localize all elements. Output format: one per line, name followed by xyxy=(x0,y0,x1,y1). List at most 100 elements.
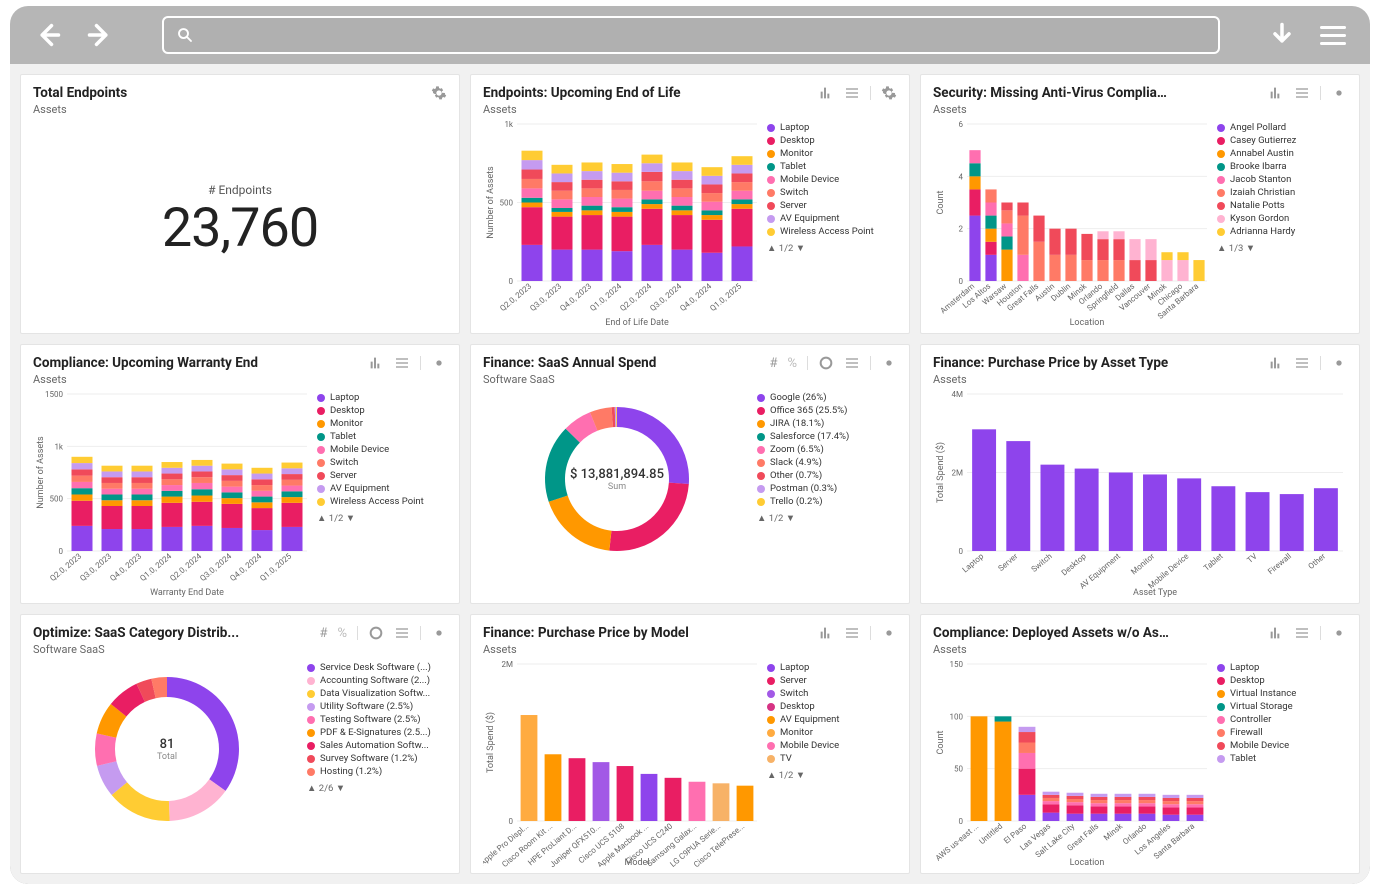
legend-item[interactable]: Jacob Stanton xyxy=(1217,174,1347,185)
menu-icon[interactable] xyxy=(1320,26,1346,45)
legend-item[interactable]: Zoom (6.5%) xyxy=(757,444,897,455)
gear-icon[interactable] xyxy=(1331,625,1347,641)
gear-icon[interactable] xyxy=(431,625,447,641)
gear-icon[interactable] xyxy=(1331,355,1347,371)
legend-item[interactable]: Monitor xyxy=(767,148,897,159)
legend-item[interactable]: Mobile Device xyxy=(767,740,897,751)
donut-icon[interactable] xyxy=(368,625,384,641)
legend-item[interactable]: Mobile Device xyxy=(767,174,897,185)
legend-pager[interactable]: 1/2 xyxy=(767,243,897,254)
legend-item[interactable]: Switch xyxy=(767,688,897,699)
download-icon[interactable] xyxy=(1268,21,1296,49)
legend-item[interactable]: Mobile Device xyxy=(1217,740,1347,751)
legend-item[interactable]: Slack (4.9%) xyxy=(757,457,897,468)
legend-item[interactable]: Casey Gutierrez xyxy=(1217,135,1347,146)
back-icon[interactable] xyxy=(34,21,62,49)
legend-pager[interactable]: 1/3 xyxy=(1217,243,1347,254)
legend-item[interactable]: Laptop xyxy=(767,122,897,133)
legend-item[interactable]: Switch xyxy=(317,457,447,468)
legend-item[interactable]: Server xyxy=(767,200,897,211)
chart-icon[interactable] xyxy=(368,355,384,371)
legend-item[interactable]: Virtual Storage xyxy=(1217,701,1347,712)
legend-pager[interactable]: 2/6 xyxy=(307,783,447,794)
list-icon[interactable] xyxy=(394,355,410,371)
hash-icon[interactable]: # xyxy=(769,356,777,371)
legend-item[interactable]: Google (26%) xyxy=(757,392,897,403)
list-icon[interactable] xyxy=(844,85,860,101)
list-icon[interactable] xyxy=(1294,85,1310,101)
legend-pager[interactable]: 1/2 xyxy=(767,770,897,781)
gear-icon[interactable] xyxy=(431,355,447,371)
gear-icon[interactable] xyxy=(431,85,447,101)
hash-icon[interactable]: # xyxy=(319,626,327,641)
legend-pager[interactable]: 1/2 xyxy=(757,513,897,524)
legend-pager[interactable]: 1/2 xyxy=(317,513,447,524)
legend-item[interactable]: AV Equipment xyxy=(317,483,447,494)
legend-item[interactable]: Firewall xyxy=(1217,727,1347,738)
legend-item[interactable]: Sales Automation Softw... xyxy=(307,740,447,751)
legend-item[interactable]: Laptop xyxy=(767,662,897,673)
chart-icon[interactable] xyxy=(1268,355,1284,371)
legend-item[interactable]: Service Desk Software (...) xyxy=(307,662,447,673)
chart-icon[interactable] xyxy=(818,85,834,101)
gear-icon[interactable] xyxy=(1331,85,1347,101)
legend-item[interactable]: AV Equipment xyxy=(767,213,897,224)
legend-item[interactable]: Wireless Access Point xyxy=(767,226,897,237)
legend-item[interactable]: Desktop xyxy=(767,701,897,712)
legend-item[interactable]: Desktop xyxy=(1217,675,1347,686)
legend-item[interactable]: Laptop xyxy=(1217,662,1347,673)
percent-icon[interactable]: % xyxy=(337,626,347,641)
legend-item[interactable]: Adrianna Hardy xyxy=(1217,226,1347,237)
list-icon[interactable] xyxy=(844,625,860,641)
legend-item[interactable]: Accounting Software (2...) xyxy=(307,675,447,686)
donut-icon[interactable] xyxy=(818,355,834,371)
legend-item[interactable]: Trello (0.2%) xyxy=(757,496,897,507)
legend-item[interactable]: Postman (0.3%) xyxy=(757,483,897,494)
gear-icon[interactable] xyxy=(881,355,897,371)
chart-icon[interactable] xyxy=(1268,85,1284,101)
gear-icon[interactable] xyxy=(881,85,897,101)
legend-item[interactable]: Wireless Access Point xyxy=(317,496,447,507)
legend-item[interactable]: TV xyxy=(767,753,897,764)
legend-item[interactable]: Brooke Ibarra xyxy=(1217,161,1347,172)
legend-item[interactable]: Virtual Instance xyxy=(1217,688,1347,699)
legend-item[interactable]: Testing Software (2.5%) xyxy=(307,714,447,725)
list-icon[interactable] xyxy=(844,355,860,371)
legend-item[interactable]: Office 365 (25.5%) xyxy=(757,405,897,416)
legend-item[interactable]: PDF & E-Signatures (2.5...) xyxy=(307,727,447,738)
chart-icon[interactable] xyxy=(1268,625,1284,641)
legend-item[interactable]: Server xyxy=(317,470,447,481)
legend-item[interactable]: Switch xyxy=(767,187,897,198)
legend-item[interactable]: Salesforce (17.4%) xyxy=(757,431,897,442)
legend-item[interactable]: JIRA (18.1%) xyxy=(757,418,897,429)
legend-item[interactable]: Utility Software (2.5%) xyxy=(307,701,447,712)
legend-item[interactable]: Monitor xyxy=(317,418,447,429)
legend-item[interactable]: Hosting (1.2%) xyxy=(307,766,447,777)
legend-item[interactable]: Other (0.7%) xyxy=(757,470,897,481)
gear-icon[interactable] xyxy=(881,625,897,641)
legend-item[interactable]: Controller xyxy=(1217,714,1347,725)
legend-item[interactable]: Annabel Austin xyxy=(1217,148,1347,159)
list-icon[interactable] xyxy=(394,625,410,641)
legend-item[interactable]: Tablet xyxy=(1217,753,1347,764)
chart-icon[interactable] xyxy=(818,625,834,641)
legend-item[interactable]: Data Visualization Softw... xyxy=(307,688,447,699)
forward-icon[interactable] xyxy=(86,21,114,49)
legend-item[interactable]: AV Equipment xyxy=(767,714,897,725)
legend-item[interactable]: Survey Software (1.2%) xyxy=(307,753,447,764)
legend-item[interactable]: Server xyxy=(767,675,897,686)
legend-item[interactable]: Natalie Potts xyxy=(1217,200,1347,211)
legend-item[interactable]: Desktop xyxy=(317,405,447,416)
legend-item[interactable]: Izaiah Christian xyxy=(1217,187,1347,198)
legend-item[interactable]: Tablet xyxy=(317,431,447,442)
legend-item[interactable]: Tablet xyxy=(767,161,897,172)
legend-item[interactable]: Monitor xyxy=(767,727,897,738)
legend-item[interactable]: Mobile Device xyxy=(317,444,447,455)
legend-item[interactable]: Angel Pollard xyxy=(1217,122,1347,133)
percent-icon[interactable]: % xyxy=(787,356,797,371)
legend-item[interactable]: Kyson Gordon xyxy=(1217,213,1347,224)
url-bar[interactable] xyxy=(162,16,1220,54)
legend-item[interactable]: Laptop xyxy=(317,392,447,403)
list-icon[interactable] xyxy=(1294,355,1310,371)
legend-item[interactable]: Desktop xyxy=(767,135,897,146)
